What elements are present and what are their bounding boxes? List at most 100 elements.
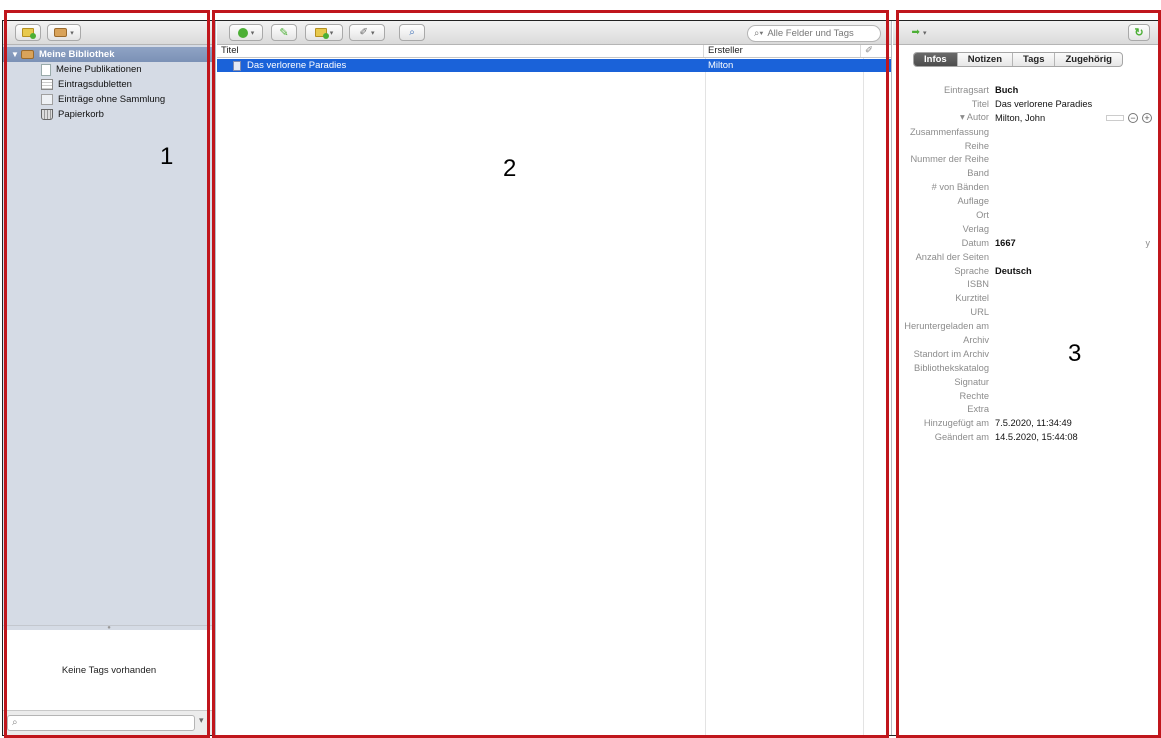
left-toolbar: ▾ bbox=[3, 21, 215, 45]
tab-related[interactable]: Zugehörig bbox=[1055, 53, 1121, 66]
tree-item-my-library[interactable]: ▼ Meine Bibliothek bbox=[3, 47, 215, 62]
advanced-search-button[interactable]: ⌕ bbox=[399, 24, 425, 41]
field-row[interactable]: Heruntergeladen am bbox=[893, 319, 1158, 333]
column-header-creator[interactable]: Ersteller bbox=[704, 45, 861, 57]
locate-button[interactable]: ➡ ▾ bbox=[903, 24, 935, 41]
book-icon bbox=[233, 60, 241, 71]
field-row[interactable]: # von Bänden bbox=[893, 180, 1158, 194]
column-header-attachments[interactable]: ✐ bbox=[861, 45, 889, 57]
field-value[interactable]: Deutsch bbox=[989, 266, 1032, 276]
duplicates-icon bbox=[41, 79, 53, 90]
field-row[interactable]: Anzahl der Seiten bbox=[893, 250, 1158, 264]
field-row[interactable]: Kurztitel bbox=[893, 291, 1158, 305]
remove-icon[interactable]: − bbox=[1128, 112, 1138, 123]
field-row[interactable]: Sprache Deutsch bbox=[893, 264, 1158, 278]
library-actions-button[interactable]: ▾ bbox=[47, 24, 81, 41]
items-column-header: Titel Ersteller ✐ bbox=[217, 45, 891, 58]
item-fields: Eintragsart Buch Titel Das verlorene Paradi… bbox=[893, 83, 1158, 444]
date-format-hint: y bbox=[1145, 237, 1151, 248]
field-row[interactable]: ▾ Autor Milton, John − + bbox=[893, 111, 1158, 125]
field-row[interactable]: Hinzugefügt am 7.5.2020, 11:34:49 bbox=[893, 416, 1158, 430]
field-row[interactable]: Bibliothekskatalog bbox=[893, 361, 1158, 375]
tree-item-label: Papierkorb bbox=[58, 109, 104, 120]
add-by-identifier-button[interactable]: ✎ bbox=[271, 24, 297, 41]
search-icon: ⌕ bbox=[409, 27, 415, 38]
field-value[interactable]: Buch bbox=[989, 85, 1018, 95]
field-row[interactable]: ISBN bbox=[893, 277, 1158, 291]
field-value[interactable]: 7.5.2020, 11:34:49 bbox=[989, 418, 1072, 428]
field-row[interactable]: Rechte bbox=[893, 389, 1158, 403]
collection-tree: ▼ Meine Bibliothek Meine Publikationen E… bbox=[3, 45, 215, 122]
field-row[interactable]: Band bbox=[893, 166, 1158, 180]
item-pane: ➡ ▾ ↻ Infos Notizen Tags Zugehörig Eintr… bbox=[893, 21, 1158, 735]
new-collection-button[interactable] bbox=[15, 24, 41, 41]
add-icon[interactable]: + bbox=[1142, 112, 1152, 123]
sync-button[interactable]: ↻ bbox=[1128, 24, 1150, 41]
field-label: Standort im Archiv bbox=[913, 348, 989, 359]
field-value[interactable]: 1667 bbox=[989, 238, 1016, 248]
tag-search-input[interactable]: ⌕ bbox=[7, 715, 195, 731]
field-label: Ort bbox=[976, 209, 989, 220]
magic-wand-icon: ✎ bbox=[279, 27, 289, 39]
items-pane: ▾ ✎ ▾ ✐ ▾ ⌕ ⌕▾ Alle Felder und Tags Tite… bbox=[217, 21, 892, 735]
tab-info[interactable]: Infos bbox=[914, 53, 958, 66]
field-row[interactable]: Archiv bbox=[893, 333, 1158, 347]
field-label: Datum bbox=[961, 237, 989, 248]
field-label: Archiv bbox=[963, 334, 989, 345]
column-divider bbox=[705, 58, 706, 735]
field-row[interactable]: Signatur bbox=[893, 375, 1158, 389]
items-search-input[interactable]: ⌕▾ Alle Felder und Tags bbox=[747, 25, 881, 42]
field-label: Heruntergeladen am bbox=[904, 321, 989, 332]
field-label: # von Bänden bbox=[931, 182, 989, 193]
tab-tags[interactable]: Tags bbox=[1013, 53, 1056, 66]
tree-item-duplicates[interactable]: Eintragsdubletten bbox=[3, 77, 215, 92]
field-row[interactable]: Geändert am 14.5.2020, 15:44:08 bbox=[893, 430, 1158, 444]
tab-notes[interactable]: Notizen bbox=[958, 53, 1014, 66]
trash-icon bbox=[41, 109, 53, 120]
field-row[interactable]: Nummer der Reihe bbox=[893, 152, 1158, 166]
tag-selector: Keine Tags vorhanden bbox=[3, 630, 215, 710]
arrow-right-icon: ➡ bbox=[911, 27, 920, 38]
note-icon bbox=[314, 28, 329, 39]
field-label: Titel bbox=[971, 98, 989, 109]
field-label: Extra bbox=[967, 404, 989, 415]
annotation-label-3: 3 bbox=[1068, 340, 1082, 367]
column-header-title[interactable]: Titel bbox=[217, 45, 704, 57]
new-item-button[interactable]: ▾ bbox=[229, 24, 263, 41]
tree-item-label: Meine Bibliothek bbox=[39, 49, 115, 60]
field-value[interactable]: Milton, John bbox=[989, 113, 1045, 123]
field-row[interactable]: Extra bbox=[893, 402, 1158, 416]
field-row[interactable]: Reihe bbox=[893, 139, 1158, 153]
field-row[interactable]: Zusammenfassung bbox=[893, 125, 1158, 139]
creator-type-switch[interactable] bbox=[1106, 114, 1124, 121]
cell-creator: Milton bbox=[708, 60, 734, 71]
search-icon: ⌕ bbox=[12, 717, 18, 728]
field-row[interactable]: Eintragsart Buch bbox=[893, 83, 1158, 97]
tree-item-trash[interactable]: Papierkorb bbox=[3, 107, 215, 122]
field-row[interactable]: URL bbox=[893, 305, 1158, 319]
new-note-button[interactable]: ▾ bbox=[305, 24, 343, 41]
no-tags-message: Keine Tags vorhanden bbox=[61, 664, 157, 676]
field-row[interactable]: Standort im Archiv bbox=[893, 347, 1158, 361]
tree-item-unfiled[interactable]: Einträge ohne Sammlung bbox=[3, 92, 215, 107]
field-row[interactable]: Datum 1667 y bbox=[893, 236, 1158, 250]
paperclip-icon: ✐ bbox=[865, 45, 873, 56]
search-icon: ⌕▾ bbox=[754, 28, 764, 39]
table-row[interactable]: Das verlorene Paradies Milton bbox=[217, 59, 891, 72]
field-row[interactable]: Verlag bbox=[893, 222, 1158, 236]
field-row[interactable]: Ort bbox=[893, 208, 1158, 222]
add-attachment-button[interactable]: ✐ ▾ bbox=[349, 24, 385, 41]
tag-options-button[interactable]: ▾ bbox=[199, 715, 204, 726]
tree-item-my-publications[interactable]: Meine Publikationen bbox=[3, 62, 215, 77]
field-value[interactable]: 14.5.2020, 15:44:08 bbox=[989, 432, 1078, 442]
disclosure-triangle-icon[interactable]: ▼ bbox=[9, 50, 21, 59]
cell-title: Das verlorene Paradies bbox=[217, 59, 704, 72]
field-value[interactable]: Das verlorene Paradies bbox=[989, 99, 1092, 109]
column-divider bbox=[863, 58, 864, 735]
field-label: ISBN bbox=[967, 279, 989, 290]
tree-item-label: Meine Publikationen bbox=[56, 64, 142, 75]
field-label: URL bbox=[970, 307, 989, 318]
field-row[interactable]: Auflage bbox=[893, 194, 1158, 208]
field-row[interactable]: Titel Das verlorene Paradies bbox=[893, 97, 1158, 111]
library-icon bbox=[54, 28, 68, 37]
